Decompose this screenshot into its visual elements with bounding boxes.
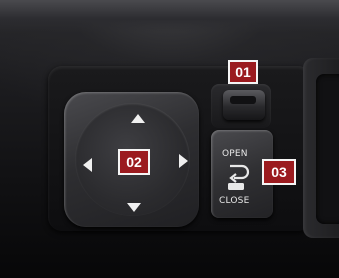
dashboard-control-photo: OPEN CLOSE 01 02 03 [0,0,339,278]
adjacent-slot [316,74,339,224]
mirror-fold-icon [228,164,250,190]
toggle-switch[interactable] [223,90,265,120]
callout-badge-02: 02 [118,149,150,175]
arrow-left-icon[interactable] [83,158,92,172]
arrow-right-icon[interactable] [179,154,188,168]
callout-badge-01: 01 [228,60,258,84]
dashboard-upper-panel [0,0,339,32]
callout-badge-03: 03 [262,159,296,185]
arrow-down-icon[interactable] [127,203,141,212]
close-label: CLOSE [219,196,250,206]
toggle-switch-slot [230,96,256,104]
open-label: OPEN [222,149,248,159]
arrow-up-icon[interactable] [131,114,145,123]
